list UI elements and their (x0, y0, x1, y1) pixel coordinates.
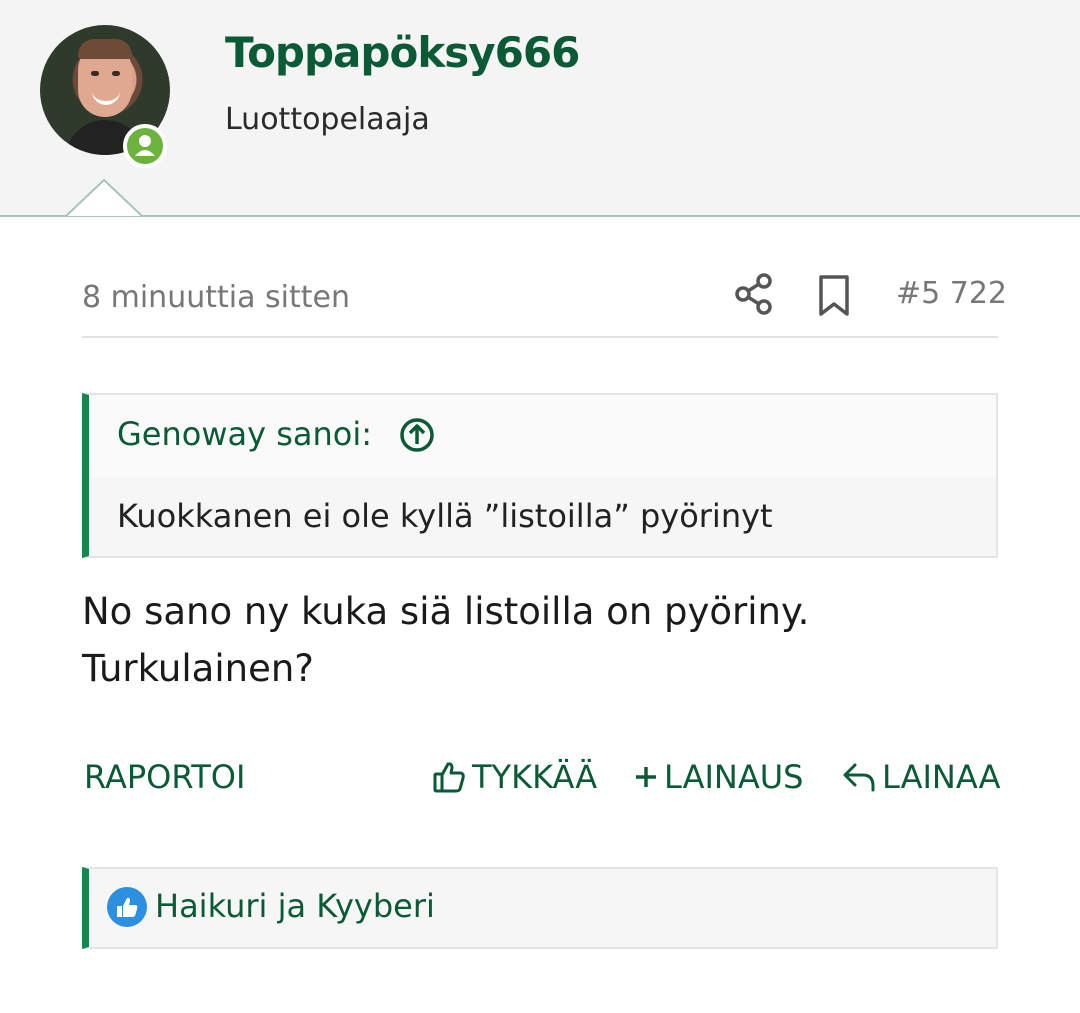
quote-author[interactable]: Genoway sanoi: (117, 415, 372, 453)
post-body-line: Turkulainen? (82, 647, 314, 690)
reply-icon (843, 763, 875, 792)
report-label: RAPORTOI (84, 758, 246, 796)
arrow-up-circle-icon[interactable] (399, 417, 435, 453)
header-notch (66, 178, 142, 217)
post-number[interactable]: #5 722 (896, 276, 1007, 311)
post-header: Toppapöksy666 Luottopelaaja (0, 0, 1080, 217)
quote-text: Kuokkanen ei ole kyllä ”listoilla” pyöri… (117, 497, 773, 535)
quote-header: Genoway sanoi: (89, 395, 996, 477)
post-timestamp[interactable]: 8 minuuttia sitten (82, 280, 350, 315)
multi-quote-button[interactable]: LAINAUS (634, 758, 803, 796)
post-body-line: No sano ny kuka siä listoilla on pyöriny… (82, 590, 810, 633)
online-status-badge (123, 124, 167, 168)
user-title: Luottopelaaja (225, 102, 430, 137)
thumbs-up-icon (433, 762, 465, 793)
plus-icon (636, 767, 656, 787)
quote-block: Genoway sanoi: Kuokkanen ei ole kyllä ”l… (82, 393, 998, 558)
divider (82, 336, 998, 338)
reply-button[interactable]: LAINAA (842, 758, 1001, 796)
reactions-text[interactable]: Haikuri ja Kyyberi (155, 887, 435, 925)
like-label: TYKKÄÄ (472, 758, 598, 796)
reply-label: LAINAA (882, 758, 1001, 796)
report-button[interactable]: RAPORTOI (84, 758, 245, 796)
multi-quote-label: LAINAUS (664, 758, 804, 796)
post-body: No sano ny kuka siä listoilla on pyöriny… (82, 583, 998, 697)
username[interactable]: Toppapöksy666 (225, 28, 580, 77)
like-button[interactable]: TYKKÄÄ (432, 758, 597, 796)
bookmark-icon[interactable] (816, 274, 852, 318)
reactions-bar[interactable]: Haikuri ja Kyyberi (82, 867, 998, 949)
user-icon (135, 135, 155, 156)
like-reaction-icon (107, 887, 147, 927)
share-icon[interactable] (734, 272, 774, 316)
